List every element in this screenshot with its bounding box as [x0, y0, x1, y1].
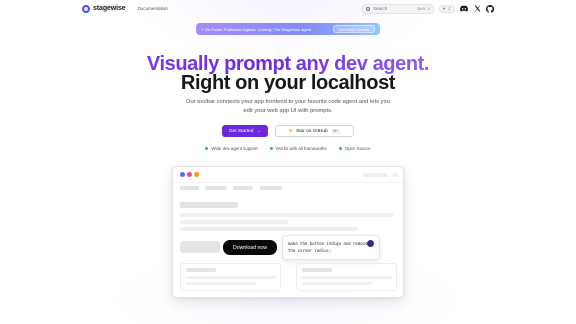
- skeleton-nav-item: [205, 186, 227, 190]
- download-button[interactable]: Download now: [223, 240, 277, 255]
- github-star-label: Star on GitHub: [296, 128, 328, 134]
- traffic-light-icon: [180, 172, 185, 177]
- hero-subtitle: Our toolbar connects your app frontend t…: [0, 98, 576, 116]
- skeleton-button: [180, 241, 220, 253]
- demo-window-titlebar: [173, 167, 403, 183]
- search-icon: [366, 6, 370, 11]
- nav-link-docs[interactable]: Documentation: [138, 6, 168, 11]
- feature-item: Works with all frameworks: [269, 146, 327, 151]
- window-menu-placeholder: [393, 173, 398, 177]
- skeleton-heading: [180, 202, 238, 208]
- traffic-light-icon: [187, 172, 192, 177]
- hero-subtitle-line2: edit your web app UI with prompts.: [243, 108, 333, 114]
- skeleton-text-line: [180, 227, 358, 231]
- search-shortcut: Ctrl K X: [417, 7, 430, 11]
- prompt-text: make the button indigo and remove the co…: [288, 241, 368, 253]
- moon-icon: ☾: [448, 5, 452, 11]
- traffic-light-icon: [194, 172, 199, 177]
- discord-icon[interactable]: [460, 5, 468, 13]
- search-placeholder: Search: [373, 6, 388, 11]
- banner-text: ⚡ On Power Pullbacks! Agents: Coming: Th…: [201, 26, 313, 32]
- x-twitter-icon[interactable]: [473, 5, 481, 13]
- hero-subtitle-line1: Our toolbar connects your app frontend t…: [186, 99, 390, 105]
- get-started-label: Get Started: [228, 128, 254, 134]
- skeleton-card-line: [302, 276, 392, 279]
- url-bar-placeholder: [363, 173, 387, 177]
- announcement-banner[interactable]: ⚡ On Power Pullbacks! Agents: Coming: Th…: [196, 23, 380, 35]
- status-dot-icon: [205, 147, 209, 150]
- skeleton-nav-item: [180, 186, 199, 190]
- feature-item: Wide dev agent support: [205, 146, 258, 151]
- search-input[interactable]: Search Ctrl K X: [362, 3, 434, 14]
- skeleton-card: [180, 263, 281, 291]
- early-access-button[interactable]: Get Early Access: [332, 25, 375, 33]
- feature-label: Wide dev agent support: [211, 146, 258, 151]
- cta-row: Get Started → ★ Star on GitHub 3k+: [0, 125, 576, 137]
- arrow-right-icon: →: [256, 128, 262, 134]
- sun-icon: ☀: [442, 5, 446, 11]
- feature-item: Open Source: [338, 146, 371, 151]
- logo-icon: [82, 4, 90, 13]
- skeleton-card-line: [302, 282, 372, 285]
- github-star-button[interactable]: ★ Star on GitHub 3k+: [275, 125, 354, 137]
- star-icon: ★: [288, 128, 293, 134]
- feature-label: Works with all frameworks: [275, 146, 327, 151]
- skeleton-card-title: [186, 268, 216, 272]
- skeleton-card-line: [186, 282, 256, 285]
- skeleton-text-line: [180, 220, 288, 224]
- skeleton-card: [296, 263, 397, 291]
- skeleton-card-title: [302, 268, 332, 272]
- brand-name: stagewise: [93, 5, 126, 12]
- agent-avatar-icon: [367, 240, 374, 247]
- feature-label: Open Source: [344, 146, 371, 151]
- theme-toggle[interactable]: ☀ ☾: [439, 4, 455, 13]
- star-count-badge: 3k+: [330, 128, 341, 134]
- github-icon[interactable]: [486, 4, 494, 13]
- top-nav: stagewise Documentation Search Ctrl K X …: [0, 0, 576, 17]
- skeleton-nav-item: [233, 186, 253, 190]
- hero-title-line2: Right on your localhost: [180, 72, 396, 94]
- skeleton-card-line: [186, 276, 276, 279]
- feature-list: Wide dev agent support Works with all fr…: [0, 146, 576, 151]
- brand-logo[interactable]: stagewise: [82, 4, 126, 13]
- shortcut-key: Ctrl K: [416, 6, 426, 11]
- shortcut-close: X: [427, 6, 430, 11]
- prompt-popover[interactable]: make the button indigo and remove the co…: [282, 235, 380, 260]
- demo-window: Download now make the button indigo and …: [172, 166, 404, 298]
- nav-actions: Search Ctrl K X ☀ ☾: [362, 3, 494, 14]
- get-started-button[interactable]: Get Started →: [222, 125, 268, 137]
- status-dot-icon: [269, 147, 273, 150]
- status-dot-icon: [338, 147, 342, 150]
- skeleton-nav-item: [260, 186, 282, 190]
- skeleton-text-line: [180, 213, 394, 217]
